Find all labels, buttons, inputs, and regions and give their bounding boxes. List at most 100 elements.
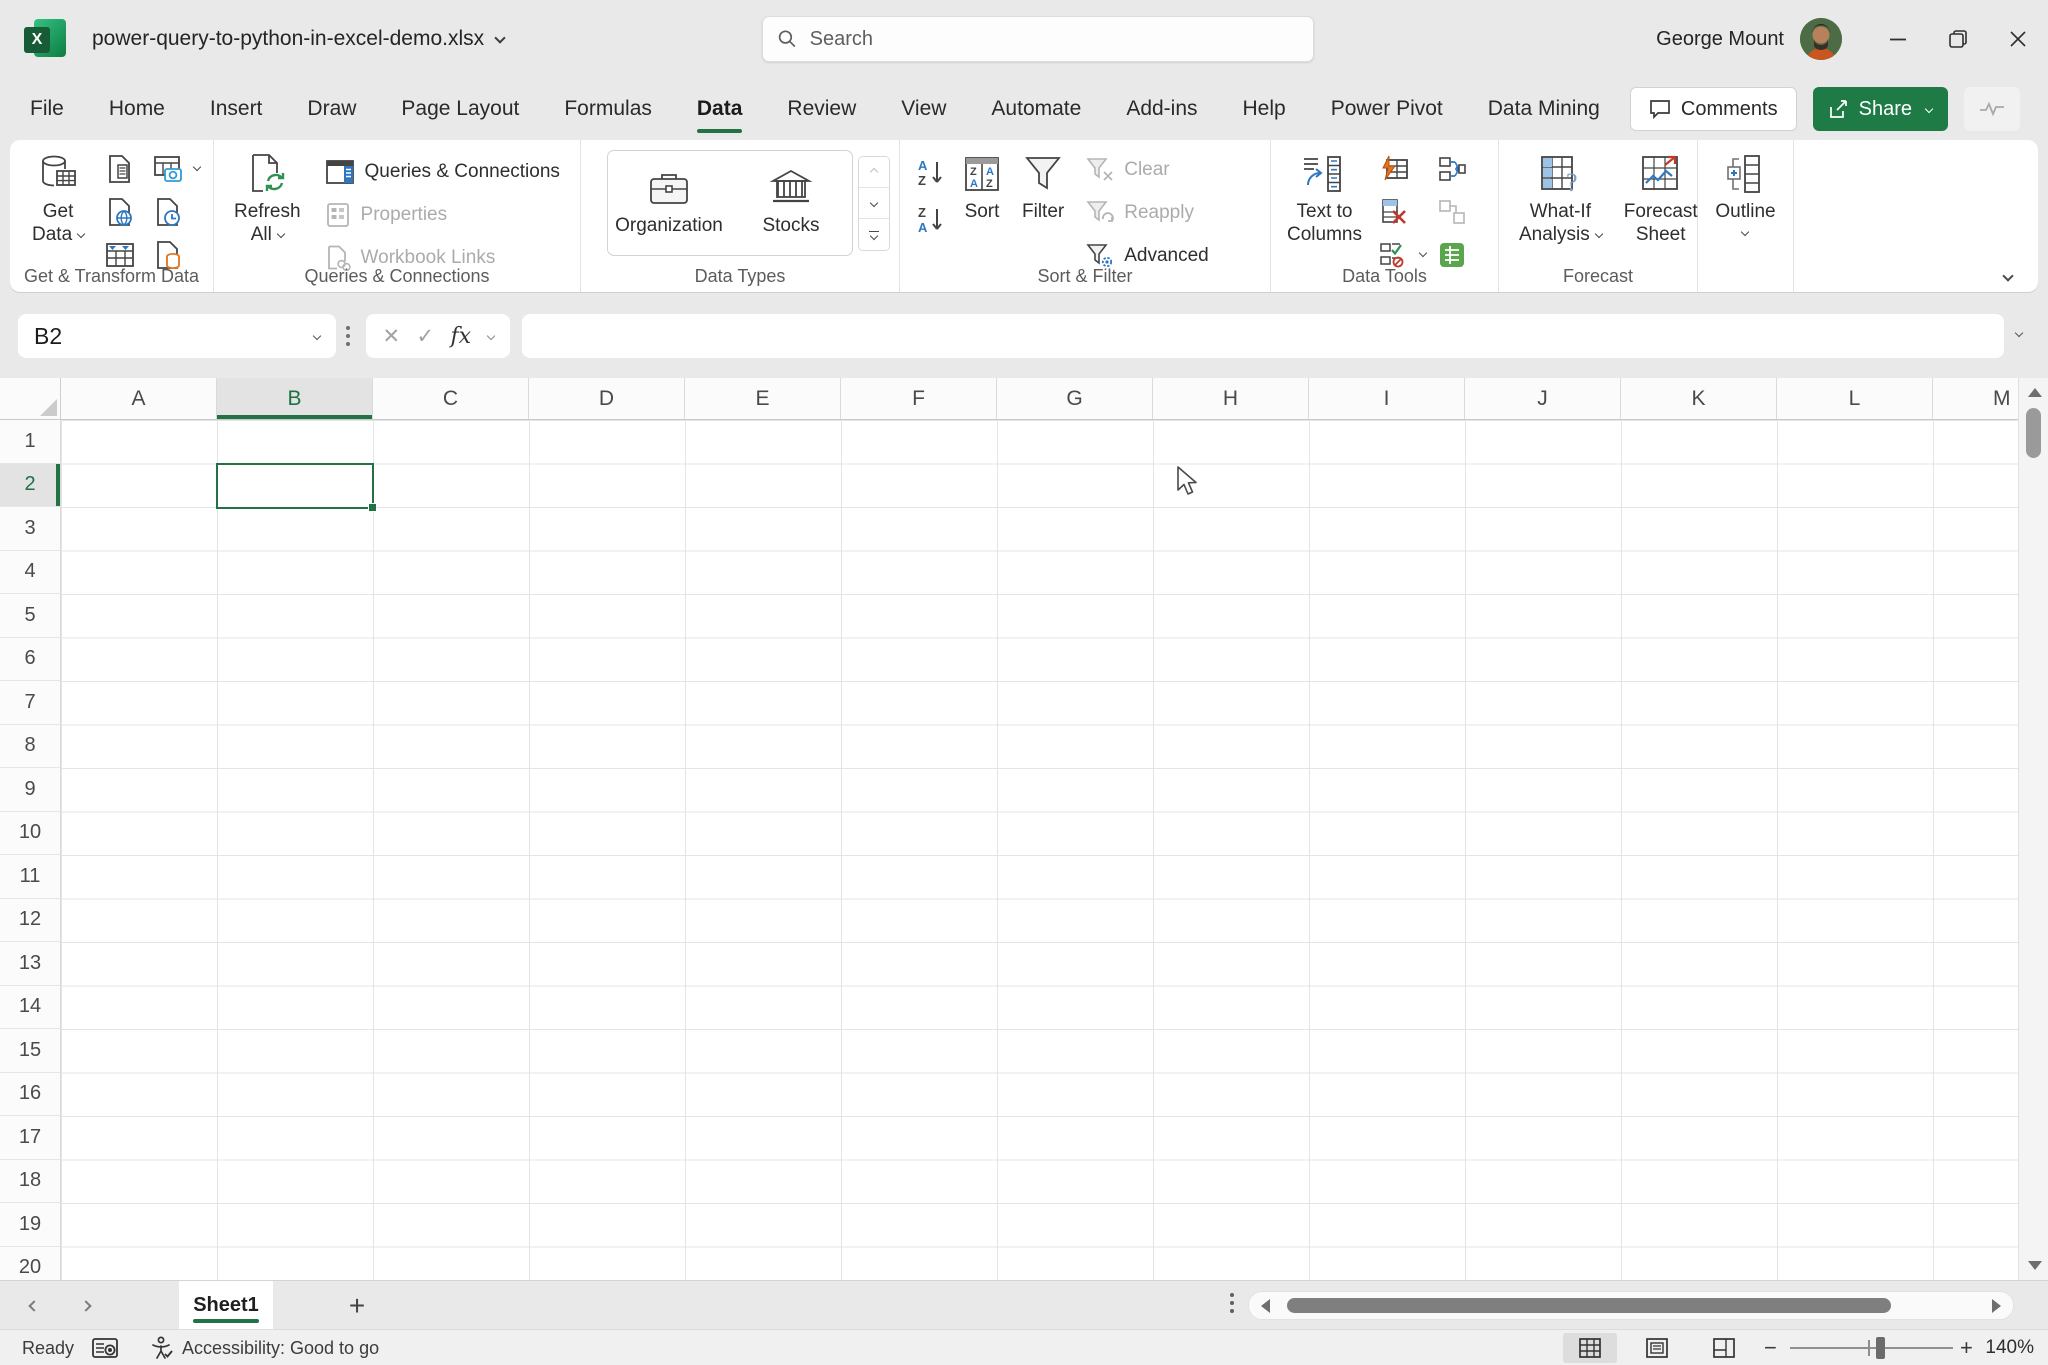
- row-header-20[interactable]: 20: [0, 1247, 60, 1281]
- enter-icon[interactable]: ✓: [416, 324, 434, 349]
- close-button[interactable]: [1988, 0, 2048, 78]
- tab-bar-splitter[interactable]: [1230, 1293, 1234, 1313]
- column-header-e[interactable]: E: [685, 378, 841, 419]
- page-break-preview-button[interactable]: [1697, 1333, 1751, 1363]
- scroll-left-icon[interactable]: [1261, 1299, 1270, 1313]
- column-header-m[interactable]: M: [1933, 378, 2018, 419]
- zoom-slider-thumb[interactable]: [1876, 1337, 1885, 1359]
- tab-formulas[interactable]: Formulas: [564, 97, 652, 121]
- tab-data[interactable]: Data: [697, 97, 743, 121]
- tab-automate[interactable]: Automate: [991, 97, 1081, 121]
- share-button[interactable]: Share: [1813, 87, 1948, 131]
- insert-function-button[interactable]: fx: [451, 324, 472, 349]
- search-input[interactable]: [810, 28, 1299, 51]
- consolidate-button[interactable]: [1434, 152, 1470, 185]
- avatar[interactable]: [1800, 18, 1842, 60]
- tab-insert[interactable]: Insert: [210, 97, 263, 121]
- queries-connections-button[interactable]: Queries & Connections: [317, 150, 568, 193]
- outline-button[interactable]: Outline: [1709, 148, 1781, 239]
- row-header-14[interactable]: 14: [0, 986, 60, 1030]
- what-if-analysis-button[interactable]: ? What-If Analysis: [1513, 148, 1608, 250]
- row-header-9[interactable]: 9: [0, 768, 60, 812]
- formula-bar-expand-icon[interactable]: [2015, 329, 2023, 337]
- tab-page-layout[interactable]: Page Layout: [401, 97, 519, 121]
- tab-view[interactable]: View: [901, 97, 946, 121]
- restore-button[interactable]: [1928, 0, 1988, 78]
- tab-file[interactable]: File: [30, 97, 64, 121]
- vertical-scroll-thumb[interactable]: [2026, 408, 2041, 458]
- normal-view-button[interactable]: [1563, 1333, 1617, 1363]
- data-type-stocks[interactable]: Stocks: [730, 151, 852, 255]
- reapply-filter-button[interactable]: Reapply: [1078, 191, 1217, 234]
- tab-home[interactable]: Home: [109, 97, 165, 121]
- row-header-18[interactable]: 18: [0, 1160, 60, 1204]
- ribbon-collapse-icon[interactable]: [2002, 270, 2013, 281]
- select-all-corner[interactable]: [0, 378, 61, 419]
- flash-fill-button[interactable]: [1376, 152, 1412, 185]
- row-header-2[interactable]: 2: [0, 464, 60, 508]
- from-picture-button[interactable]: [150, 152, 186, 185]
- refresh-all-button[interactable]: Refresh All: [228, 148, 307, 250]
- column-header-l[interactable]: L: [1777, 378, 1933, 419]
- row-header-5[interactable]: 5: [0, 594, 60, 638]
- clear-filter-button[interactable]: Clear: [1078, 148, 1217, 191]
- sheet-tab-sheet1[interactable]: Sheet1: [179, 1281, 273, 1330]
- row-header-1[interactable]: 1: [0, 420, 60, 464]
- sort-button[interactable]: ZAAZ Sort: [956, 148, 1008, 227]
- macro-record-button[interactable]: [92, 1330, 118, 1365]
- row-header-19[interactable]: 19: [0, 1203, 60, 1247]
- sheet-nav-prev-button[interactable]: [14, 1281, 54, 1330]
- zoom-level[interactable]: 140%: [1966, 1330, 2038, 1365]
- accessibility-status[interactable]: Accessibility: Good to go: [150, 1330, 379, 1365]
- row-header-12[interactable]: 12: [0, 899, 60, 943]
- row-header-11[interactable]: 11: [0, 855, 60, 899]
- scroll-right-icon[interactable]: [1992, 1299, 2001, 1313]
- tab-help[interactable]: Help: [1243, 97, 1286, 121]
- tab-add-ins[interactable]: Add-ins: [1126, 97, 1197, 121]
- zoom-slider-track[interactable]: [1790, 1347, 1953, 1349]
- column-header-a[interactable]: A: [61, 378, 217, 419]
- sort-ascending-button[interactable]: AZ: [912, 156, 948, 189]
- tab-power-pivot[interactable]: Power Pivot: [1331, 97, 1443, 121]
- filter-button[interactable]: Filter: [1016, 148, 1070, 227]
- column-header-c[interactable]: C: [373, 378, 529, 419]
- formula-bar-splitter[interactable]: [346, 314, 350, 358]
- row-header-17[interactable]: 17: [0, 1116, 60, 1160]
- row-header-15[interactable]: 15: [0, 1029, 60, 1073]
- selected-cell-b2[interactable]: [216, 463, 374, 509]
- row-header-10[interactable]: 10: [0, 812, 60, 856]
- formula-input[interactable]: [522, 314, 2004, 358]
- row-header-7[interactable]: 7: [0, 681, 60, 725]
- sheet-nav-next-button[interactable]: [66, 1281, 106, 1330]
- recent-sources-button[interactable]: [150, 195, 186, 228]
- horizontal-scroll-thumb[interactable]: [1287, 1298, 1891, 1313]
- gallery-scroll-up-button[interactable]: [859, 157, 889, 188]
- column-header-i[interactable]: I: [1309, 378, 1465, 419]
- row-header-6[interactable]: 6: [0, 638, 60, 682]
- from-text-csv-button[interactable]: [102, 152, 138, 185]
- tab-draw[interactable]: Draw: [307, 97, 356, 121]
- column-header-k[interactable]: K: [1621, 378, 1777, 419]
- cells-area[interactable]: [61, 420, 2018, 1280]
- search-box[interactable]: [762, 16, 1314, 62]
- user-name[interactable]: George Mount: [1656, 28, 1784, 51]
- vertical-scrollbar[interactable]: [2018, 378, 2048, 1280]
- comments-button[interactable]: Comments: [1630, 87, 1797, 131]
- zoom-out-button[interactable]: −: [1764, 1330, 1777, 1365]
- column-header-b[interactable]: B: [217, 378, 373, 419]
- relationships-button[interactable]: [1434, 195, 1470, 228]
- forecast-sheet-button[interactable]: Forecast Sheet: [1618, 148, 1704, 250]
- remove-duplicates-button[interactable]: [1376, 195, 1412, 228]
- horizontal-scrollbar[interactable]: [1248, 1291, 2014, 1320]
- column-header-g[interactable]: G: [997, 378, 1153, 419]
- minimize-button[interactable]: [1868, 0, 1928, 78]
- gallery-more-button[interactable]: [859, 219, 889, 250]
- fill-handle[interactable]: [368, 503, 377, 512]
- column-header-f[interactable]: F: [841, 378, 997, 419]
- properties-button[interactable]: Properties: [317, 193, 568, 236]
- text-to-columns-button[interactable]: Text to Columns: [1281, 148, 1368, 250]
- scroll-down-icon[interactable]: [2028, 1261, 2042, 1270]
- gallery-scroll-down-button[interactable]: [859, 188, 889, 219]
- cancel-icon[interactable]: ✕: [382, 324, 400, 349]
- tab-data-mining[interactable]: Data Mining: [1488, 97, 1600, 121]
